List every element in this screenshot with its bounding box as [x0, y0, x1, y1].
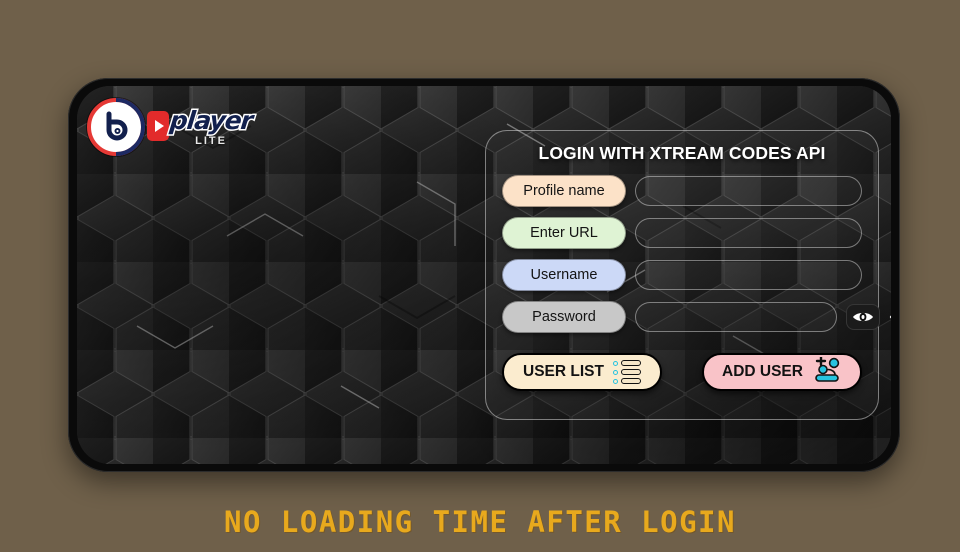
eye-off-icon[interactable]	[886, 304, 891, 330]
brand-badge-icon	[87, 98, 145, 156]
add-user-button-label: ADD USER	[722, 363, 803, 380]
logo-word-lite: LITE	[195, 134, 227, 147]
logo-wordmark: player LITE	[147, 104, 255, 147]
url-input[interactable]	[635, 218, 862, 248]
phone-screen: player LITE LOGIN WITH XTREAM CODES API …	[77, 86, 891, 464]
user-list-button-label: USER LIST	[523, 363, 604, 380]
user-list-button[interactable]: USER LIST	[502, 353, 662, 391]
app-logo: player LITE	[87, 98, 255, 156]
form-row-profile-name: Profile name	[502, 175, 862, 207]
label-profile-name: Profile name	[502, 175, 626, 207]
add-user-icon	[812, 355, 842, 388]
play-triangle-icon	[147, 110, 169, 141]
form-row-url: Enter URL	[502, 217, 862, 249]
eye-icon[interactable]	[846, 304, 880, 330]
form-row-password: Password	[502, 301, 891, 333]
panel-actions: USER LIST ADD USER	[502, 353, 862, 391]
logo-word-player: player	[167, 104, 255, 136]
caption-text: NO LOADING TIME AFTER LOGIN	[224, 505, 736, 539]
label-username: Username	[502, 259, 626, 291]
phone-frame: player LITE LOGIN WITH XTREAM CODES API …	[68, 78, 900, 472]
add-user-button[interactable]: ADD USER	[702, 353, 862, 391]
username-input[interactable]	[635, 260, 862, 290]
label-url: Enter URL	[502, 217, 626, 249]
password-input[interactable]	[635, 302, 837, 332]
login-panel: LOGIN WITH XTREAM CODES API Profile name…	[485, 130, 891, 420]
form-row-username: Username	[502, 259, 862, 291]
panel-title: LOGIN WITH XTREAM CODES API	[538, 143, 826, 163]
label-password: Password	[502, 301, 626, 333]
list-icon	[612, 360, 641, 384]
profile-name-input[interactable]	[635, 176, 862, 206]
